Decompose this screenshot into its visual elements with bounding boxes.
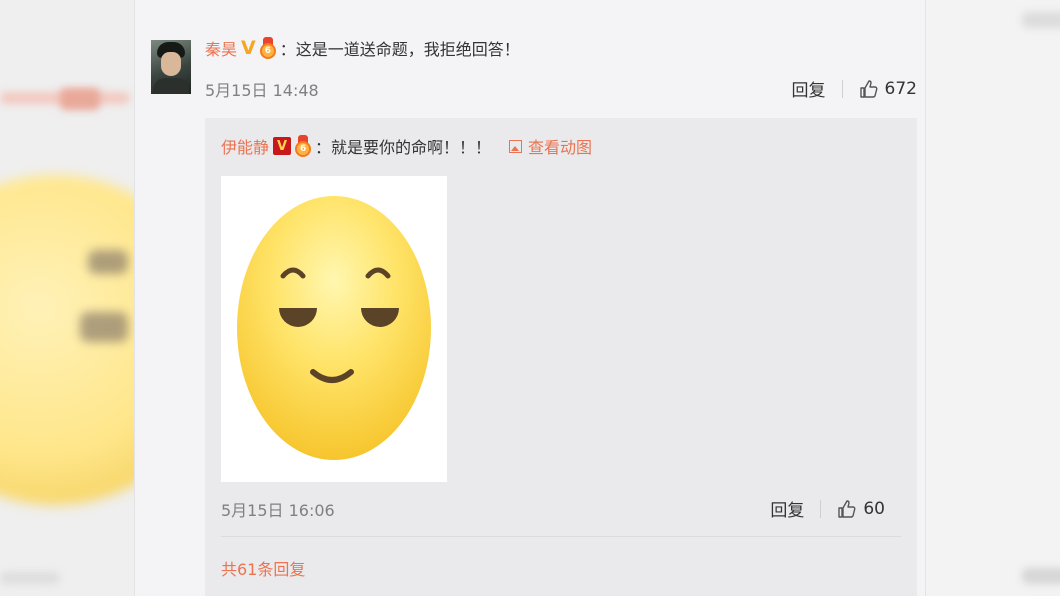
comment-time: 5月15日 14:48 — [205, 80, 319, 100]
background-right — [926, 0, 1060, 596]
verified-icon: V — [241, 36, 256, 59]
total-replies-link[interactable]: 共61条回复 — [221, 556, 305, 580]
divider — [221, 536, 901, 537]
background-left — [0, 0, 134, 596]
divider — [841, 79, 843, 98]
blurred-strip — [1022, 568, 1060, 584]
reply-time: 5月15日 16:06 — [221, 500, 335, 520]
medal-icon: 6 — [258, 37, 278, 59]
comment-meta: 5月15日 14:48 回复 672 — [205, 76, 917, 102]
comment-reply-button[interactable]: 回复 — [792, 76, 826, 101]
comment-content: 秦昊 V 6 ：这是一道送命题，我拒绝回答！ — [205, 36, 520, 60]
smirk-emoji-image — [237, 196, 431, 460]
reply-username[interactable]: 伊能静 — [221, 134, 269, 158]
reply-like-button[interactable]: 60 — [837, 499, 885, 519]
reply-reply-button[interactable]: 回复 — [770, 496, 804, 521]
comment-card: 秦昊 V 6 ：这是一道送命题，我拒绝回答！ 5月15日 14:48 回复 67… — [134, 0, 926, 596]
reply-box: 伊能静 V 6 ：就是要你的命啊！！！ 查看动图 5月15日 16:06 回复 … — [205, 118, 917, 596]
divider — [820, 499, 822, 518]
verified-icon: V — [273, 137, 292, 155]
blurred-strip — [60, 88, 100, 110]
blurred-strip — [1022, 12, 1060, 28]
reply-meta: 5月15日 16:06 回复 60 — [221, 496, 885, 522]
blurred-strip — [0, 572, 60, 584]
view-gif-link[interactable]: 查看动图 — [509, 134, 592, 158]
comment-text: ：这是一道送命题，我拒绝回答！ — [279, 40, 520, 59]
medal-icon: 6 — [293, 135, 313, 157]
reply-like-count: 60 — [863, 498, 885, 519]
blurred-eye — [80, 312, 128, 342]
comment-like-button[interactable]: 672 — [859, 79, 917, 99]
avatar[interactable] — [151, 40, 191, 94]
image-icon — [509, 139, 523, 153]
thumbs-up-icon — [859, 79, 878, 98]
reply-image[interactable] — [221, 176, 447, 482]
comment-username[interactable]: 秦昊 — [205, 36, 237, 60]
reply-text: ：就是要你的命啊！！！ — [315, 138, 492, 157]
comment-like-count: 672 — [884, 78, 917, 99]
view-gif-label: 查看动图 — [528, 138, 593, 157]
thumbs-up-icon — [838, 499, 856, 518]
blurred-eye — [88, 250, 128, 274]
reply-content: 伊能静 V 6 ：就是要你的命啊！！！ 查看动图 — [221, 134, 592, 158]
